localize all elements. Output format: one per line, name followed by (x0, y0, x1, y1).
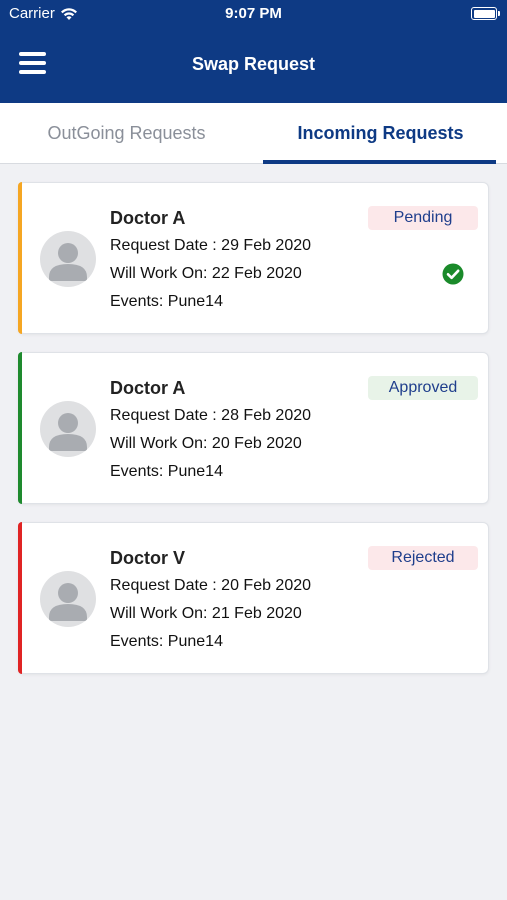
request-date: Request Date : 20 Feb 2020 (110, 577, 312, 594)
tab-selected-indicator (263, 160, 496, 164)
status-badge: Approved (368, 376, 478, 400)
avatar-placeholder-icon (40, 571, 96, 627)
avatar-placeholder-icon (40, 231, 96, 287)
battery-icon (471, 7, 500, 20)
request-date: Request Date : 28 Feb 2020 (110, 407, 312, 424)
events-label: Events: Pune14 (110, 633, 223, 650)
check-circle-icon[interactable] (442, 263, 464, 285)
status-time: 9:07 PM (225, 5, 282, 22)
will-work-on-date: Will Work On: 22 Feb 2020 (110, 265, 302, 282)
events-label: Events: Pune14 (110, 293, 223, 310)
doctor-name: Doctor A (110, 378, 186, 398)
request-card[interactable]: Doctor A Request Date : 29 Feb 2020 Will… (18, 182, 489, 334)
events-label: Events: Pune14 (110, 463, 223, 480)
doctor-name: Doctor V (110, 548, 186, 568)
status-accent-bar (18, 182, 22, 334)
doctor-name: Doctor A (110, 208, 186, 228)
request-date: Request Date : 29 Feb 2020 (110, 237, 312, 254)
avatar-placeholder-icon (40, 401, 96, 457)
request-card[interactable]: Doctor A Request Date : 28 Feb 2020 Will… (18, 352, 489, 504)
tab-incoming-requests[interactable]: Incoming Requests (254, 103, 507, 164)
request-tabs: OutGoing Requests Incoming Requests (0, 103, 507, 164)
status-badge: Rejected (368, 546, 478, 570)
will-work-on-date: Will Work On: 21 Feb 2020 (110, 605, 302, 622)
request-card[interactable]: Doctor V Request Date : 20 Feb 2020 Will… (18, 522, 489, 674)
status-accent-bar (18, 352, 22, 504)
page-title: Swap Request (191, 54, 316, 74)
app-header: Carrier 9:07 PM Swap Request (0, 0, 507, 103)
status-badge: Pending (368, 206, 478, 230)
tab-outgoing-requests[interactable]: OutGoing Requests (0, 103, 253, 164)
will-work-on-date: Will Work On: 20 Feb 2020 (110, 435, 302, 452)
status-bar: Carrier 9:07 PM (0, 0, 507, 28)
status-accent-bar (18, 522, 22, 674)
